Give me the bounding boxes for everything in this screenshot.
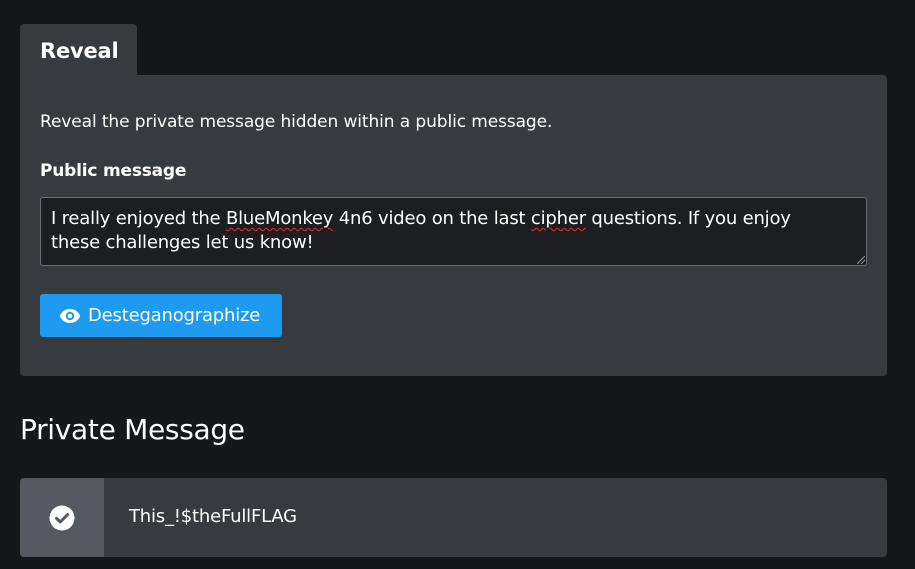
private-message-title: Private Message xyxy=(20,413,245,446)
desteganographize-button[interactable]: Desteganographize xyxy=(40,294,282,337)
resize-handle[interactable] xyxy=(857,256,865,264)
textarea-text-5: questions. If you enjoy xyxy=(585,208,791,229)
tab-reveal[interactable]: Reveal xyxy=(20,24,137,76)
check-circle-icon xyxy=(49,505,75,530)
textarea-text-2: BlueMonkey xyxy=(225,208,334,229)
desteganographize-button-label: Desteganographize xyxy=(88,305,261,326)
public-message-textarea[interactable]: I really enjoyed the BlueMonkey 4n6 vide… xyxy=(40,197,867,266)
result-icon-cell xyxy=(20,478,104,557)
eye-icon xyxy=(59,308,81,323)
textarea-text-6: these challenges let us know! xyxy=(51,232,314,253)
textarea-text-1: I really enjoyed the xyxy=(51,208,226,229)
public-message-label: Public message xyxy=(40,161,187,181)
page: Reveal Reveal the private message hidden… xyxy=(0,0,915,569)
textarea-text-3: 4n6 video on the last xyxy=(333,208,531,229)
private-message-text: This_!$theFullFLAG xyxy=(129,506,297,527)
reveal-panel: Reveal the private message hidden within… xyxy=(20,75,887,376)
panel-description: Reveal the private message hidden within… xyxy=(40,112,553,132)
textarea-text-4: cipher xyxy=(530,208,586,229)
tab-reveal-label: Reveal xyxy=(40,39,119,63)
private-message-result: This_!$theFullFLAG xyxy=(20,478,887,557)
